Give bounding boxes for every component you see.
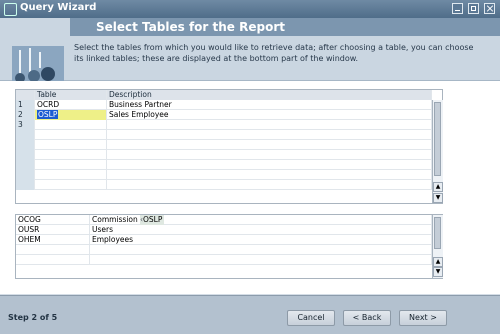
linked-tables-grid[interactable]: OCOG Commission ‹OSLP OUSR Users OHEM Em… [15,214,443,279]
row-number [16,170,35,180]
row-number [16,130,35,140]
row-number [16,140,35,150]
table-code-cell[interactable] [35,180,107,190]
rownum-header [16,90,35,100]
table-row[interactable] [16,170,432,180]
table-code-cell[interactable] [35,120,107,130]
linked-from-badge: ‹OSLP [140,215,164,225]
next-button[interactable]: Next > [399,310,447,326]
description-cell [107,180,432,190]
description-cell [107,160,432,170]
wizard-header: Select Tables for the Report Select the … [0,18,500,86]
content-panel: Table Description 1 OCRD Business Partne… [0,81,500,294]
minimize-icon[interactable] [452,3,463,14]
linked-table-code-cell[interactable]: OUSR [16,225,90,235]
cancel-button[interactable]: Cancel [287,310,335,326]
wizard-footer: Step 2 of 5 Cancel < Back Next > [0,295,500,334]
scroll-up-icon[interactable]: ▲ [433,182,443,192]
table-row[interactable]: 1 OCRD Business Partner [16,100,432,110]
linked-description-cell [90,245,432,255]
linked-description-cell: Employees [90,235,432,245]
description-cell: Sales Employee [107,110,432,120]
linked-description-text: Commission [92,215,138,224]
selected-tables-scrollbar[interactable]: ▲ ▼ [432,100,443,203]
close-icon[interactable] [484,3,495,14]
table-row[interactable]: 3 [16,120,432,130]
table-row[interactable] [16,160,432,170]
selected-tables-grid[interactable]: Table Description 1 OCRD Business Partne… [15,89,443,204]
linked-table-code-cell[interactable] [16,255,90,265]
table-code-cell[interactable] [35,150,107,160]
scrollbar-thumb[interactable] [434,102,441,176]
table-row[interactable]: 2 OSLP Sales Employee [16,110,432,120]
table-code-cell-selected[interactable]: OSLP [35,110,107,120]
step-indicator: Step 2 of 5 [8,313,58,322]
back-button[interactable]: < Back [343,310,391,326]
page-description: Select the tables from which you would l… [74,43,474,63]
linked-table-row[interactable]: OCOG Commission ‹OSLP [16,215,432,225]
description-cell [107,150,432,160]
row-number [16,180,35,190]
row-number: 3 [16,120,35,130]
scroll-down-icon[interactable]: ▼ [433,193,443,203]
row-number [16,150,35,160]
row-number: 1 [16,100,35,110]
window-title: Query Wizard [20,2,97,13]
linked-table-code-cell[interactable]: OCOG [16,215,90,225]
linked-description-cell: Commission ‹OSLP [90,215,432,225]
linked-table-row[interactable]: OHEM Employees [16,235,432,245]
table-code-cell[interactable] [35,170,107,180]
linked-table-code-cell[interactable]: OHEM [16,235,90,245]
linked-table-row[interactable] [16,255,432,265]
selected-table-text: OSLP [37,110,59,119]
description-cell [107,140,432,150]
scroll-down-icon[interactable]: ▼ [433,267,443,277]
table-row[interactable] [16,130,432,140]
grid-header: Table Description [16,90,432,100]
column-header-table: Table [35,90,107,100]
linked-description-cell [90,255,432,265]
query-illustration-icon [12,46,64,86]
table-code-cell[interactable] [35,140,107,150]
scrollbar-thumb[interactable] [434,217,441,249]
window-app-icon [4,3,17,16]
table-row[interactable] [16,140,432,150]
linked-table-row[interactable] [16,245,432,255]
table-row[interactable] [16,150,432,160]
page-title: Select Tables for the Report [96,20,285,34]
linked-tables-scrollbar[interactable]: ▲ ▼ [432,215,443,278]
linked-description-cell: Users [90,225,432,235]
description-cell: Business Partner [107,100,432,110]
scroll-up-icon[interactable]: ▲ [433,257,443,267]
description-cell [107,130,432,140]
linked-table-row[interactable]: OUSR Users [16,225,432,235]
linked-table-code-cell[interactable] [16,245,90,255]
table-code-cell[interactable] [35,130,107,140]
maximize-icon[interactable] [468,3,479,14]
description-cell [107,120,432,130]
description-cell [107,170,432,180]
table-row[interactable] [16,180,432,190]
row-number [16,160,35,170]
column-header-description: Description [107,90,432,100]
table-code-cell[interactable] [35,160,107,170]
table-code-cell[interactable]: OCRD [35,100,107,110]
title-bar: Query Wizard [0,0,500,18]
row-number: 2 [16,110,35,120]
